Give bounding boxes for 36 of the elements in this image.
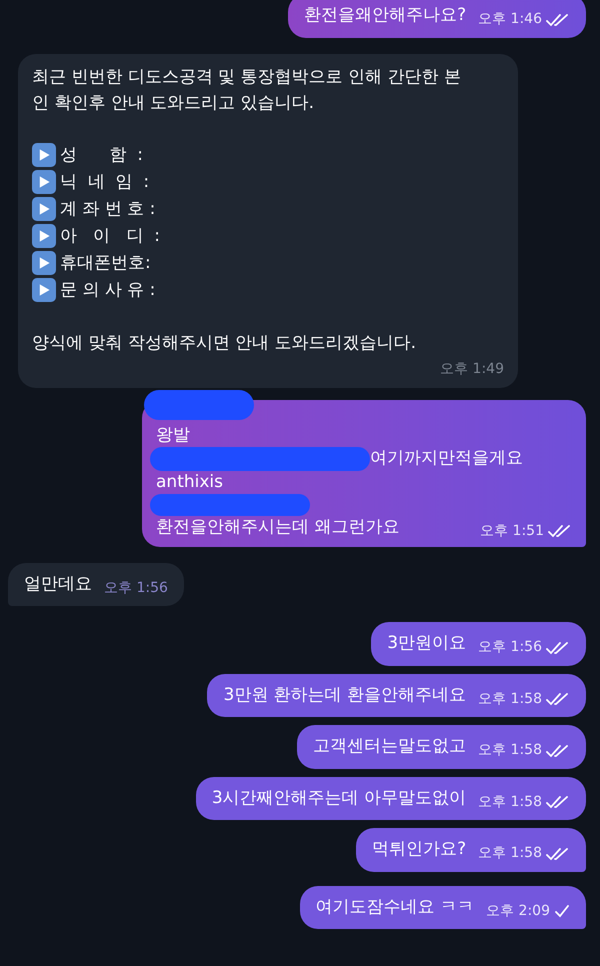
play-button-icon <box>32 251 56 275</box>
form-field-label: 아 이 디 : <box>60 225 160 248</box>
message-time: 오후 1:58 <box>478 844 542 864</box>
form-field-label: 문 의 사 유 : <box>60 279 156 302</box>
play-button-icon <box>32 278 56 302</box>
message-time: 오후 1:58 <box>478 792 542 812</box>
message-text: 여기까지만적을게요 <box>370 447 523 470</box>
message-time: 오후 1:56 <box>104 578 168 598</box>
message-text: 3시간째안해주는데 아무말도없이 <box>212 786 466 810</box>
message-text: 3만원 환하는데 환을안해주네요 <box>223 684 466 706</box>
message-text: 왕발 <box>156 424 190 446</box>
message-text: 먹튀인가요? <box>372 838 466 861</box>
form-field-label: 휴대폰번호: <box>60 252 151 275</box>
message-text: 3만원이요 <box>387 632 466 655</box>
play-button-icon <box>32 170 56 194</box>
message-time: 오후 1:56 <box>478 638 542 658</box>
play-button-icon <box>32 224 56 248</box>
message-text: 양식에 맞춰 작성해주시면 안내 도와드리겠습니다. <box>32 332 418 354</box>
message-time: 오후 1:46 <box>478 10 542 30</box>
form-field-label: 닉 네 임 : <box>60 171 150 194</box>
play-button-icon <box>32 197 56 221</box>
message-text: 환전을안해주시는데 왜그런가요 <box>156 516 400 538</box>
form-field-label: 성 함 : <box>60 144 143 167</box>
message-text: 고객센터는말도없고 <box>313 735 466 758</box>
message-text: 얼만데요 <box>24 572 92 596</box>
message-time: 오후 1:58 <box>478 690 542 709</box>
play-button-icon <box>32 143 56 167</box>
message-time: 오후 1:51 <box>480 522 544 540</box>
message-text: 환전을왜안해주나요? <box>304 4 466 27</box>
message-text: 여기도잠수네요 ㅋㅋ <box>316 896 474 918</box>
message-time: 오후 2:09 <box>486 902 550 921</box>
message-text: 최근 빈번한 디도스공격 및 통장협박으로 인해 간단한 본인 확인후 안내 도와드리고 있습니다. <box>32 66 462 114</box>
message-text: anthixis <box>156 470 223 494</box>
form-field-label: 계 좌 번 호 : <box>60 198 156 221</box>
message-time: 오후 1:49 <box>440 360 504 378</box>
message-time: 오후 1:58 <box>478 741 542 760</box>
